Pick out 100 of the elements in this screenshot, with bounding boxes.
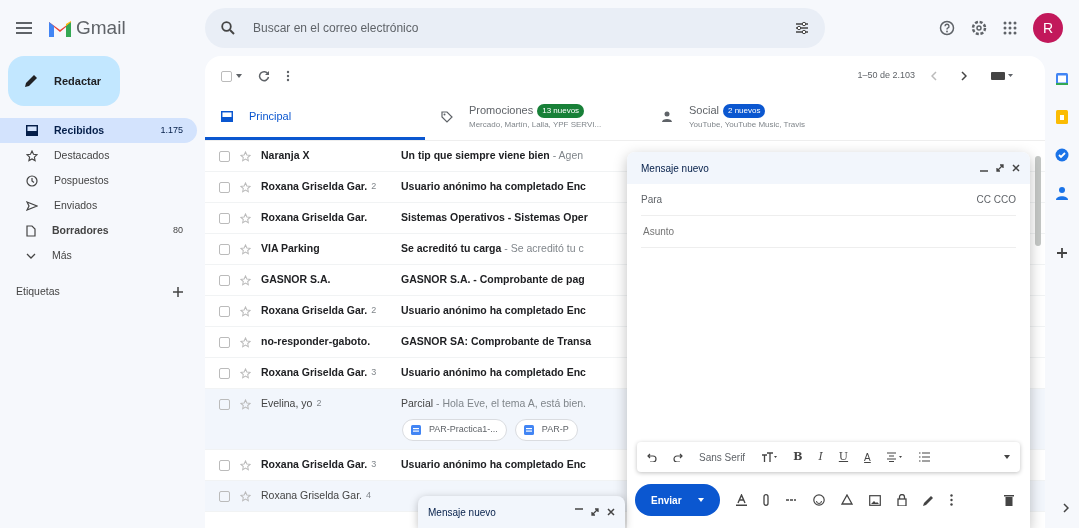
paperclip-icon[interactable] (762, 494, 769, 506)
text-size-icon[interactable] (761, 452, 778, 462)
email-subject: Usuario anónimo ha completado Enc (401, 179, 587, 195)
account-avatar[interactable]: R (1033, 13, 1063, 43)
row-checkbox[interactable] (219, 212, 230, 224)
menu-icon[interactable] (16, 22, 32, 34)
document-icon (523, 425, 534, 435)
thread-count: 2 (371, 180, 377, 194)
star-icon[interactable] (240, 181, 251, 193)
tag-icon (441, 110, 453, 123)
star-icon[interactable] (240, 459, 251, 471)
folder-item[interactable]: Borradores 80 (0, 218, 197, 243)
font-dropdown[interactable]: Sans Serif (699, 449, 746, 465)
category-tab[interactable]: Principal (205, 96, 425, 140)
fullscreen-icon[interactable] (591, 508, 599, 516)
logo-icon[interactable] (48, 19, 72, 37)
caret-icon[interactable] (236, 74, 242, 78)
folder-item[interactable]: Destacados (0, 143, 197, 168)
folder-item[interactable]: Más (0, 243, 197, 268)
row-checkbox[interactable] (219, 243, 230, 255)
redo-icon[interactable] (673, 452, 683, 462)
link-icon[interactable] (784, 497, 797, 503)
trash-icon[interactable] (1004, 494, 1014, 506)
emoji-icon[interactable] (812, 494, 825, 506)
sender-name: Roxana Griselda Gar. (261, 457, 368, 473)
folder-item[interactable]: Pospuestos (0, 168, 197, 193)
star-icon[interactable] (240, 367, 251, 379)
refresh-icon[interactable] (258, 70, 270, 82)
folder-item[interactable]: Recibidos 1.175 (0, 118, 197, 143)
row-checkbox[interactable] (219, 336, 230, 348)
star-icon[interactable] (240, 305, 251, 317)
formatting-icon[interactable] (735, 494, 747, 506)
select-all-checkbox[interactable] (221, 70, 232, 82)
sender-name: Roxana Griselda Gar. (261, 210, 368, 226)
search-icon[interactable] (221, 21, 235, 35)
attachment-chip[interactable]: PAR-Practica1-... (402, 419, 507, 441)
drive-icon[interactable] (840, 494, 853, 506)
compose-button[interactable]: Redactar (8, 56, 120, 106)
row-checkbox[interactable] (219, 274, 230, 286)
star-icon[interactable] (240, 150, 251, 162)
category-tab[interactable]: Promociones 13 nuevos Mercado, Martín, Lalla, YPF SERVI... (425, 96, 645, 140)
bold-button[interactable]: B (793, 448, 803, 466)
row-checkbox[interactable] (219, 367, 230, 379)
folder-label: Más (52, 247, 72, 263)
pen-icon[interactable] (922, 494, 934, 506)
task-icon[interactable] (1055, 148, 1069, 162)
next-icon[interactable] (961, 71, 967, 81)
italic-button[interactable]: I (818, 448, 823, 466)
new-count-badge: 2 nuevos (722, 103, 766, 118)
more-icon[interactable] (286, 70, 290, 82)
star-icon[interactable] (240, 490, 251, 502)
close-icon[interactable] (1012, 164, 1020, 172)
calendar-icon[interactable] (1055, 72, 1069, 86)
star-icon[interactable] (240, 243, 251, 255)
add-icon[interactable] (1057, 248, 1067, 258)
row-checkbox[interactable] (219, 490, 230, 502)
align-icon[interactable] (886, 452, 903, 462)
contacts-icon[interactable] (1056, 186, 1068, 200)
row-checkbox[interactable] (219, 150, 230, 162)
row-checkbox[interactable] (219, 305, 230, 317)
scrollbar[interactable] (1035, 156, 1041, 246)
sender-name: Evelina, yo (261, 396, 313, 412)
star-icon[interactable] (240, 398, 251, 410)
photo-icon[interactable] (868, 494, 881, 506)
underline-button[interactable]: U (838, 448, 849, 466)
row-checkbox[interactable] (219, 459, 230, 471)
attachment-chip[interactable]: PAR-P (514, 419, 578, 441)
folder-label: Borradores (52, 222, 109, 238)
expand-icon[interactable] (1063, 503, 1069, 513)
star-icon[interactable] (240, 274, 251, 286)
keyboard-icon[interactable] (991, 72, 1013, 80)
settings-icon[interactable] (971, 20, 987, 36)
star-icon[interactable] (240, 212, 251, 224)
folder-count: 80 (173, 223, 183, 237)
text-color-button[interactable]: A (864, 449, 871, 465)
more-options-icon[interactable] (1004, 455, 1010, 459)
lock-icon[interactable] (896, 494, 907, 506)
folder-label: Recibidos (54, 122, 105, 138)
row-checkbox[interactable] (219, 398, 230, 410)
filter-icon[interactable] (795, 21, 809, 35)
category-tab[interactable]: Social 2 nuevos YouTube, YouTube Music, Travis (645, 96, 865, 140)
close-icon[interactable] (607, 508, 615, 516)
undo-icon[interactable] (647, 452, 657, 462)
folder-item[interactable]: Enviados (0, 193, 197, 218)
star-icon[interactable] (240, 336, 251, 348)
apps-icon[interactable] (1003, 21, 1017, 35)
help-icon[interactable] (939, 20, 955, 36)
add-icon[interactable] (173, 286, 183, 297)
more-icon[interactable] (949, 494, 953, 506)
list-icon[interactable] (918, 452, 930, 462)
inbox-icon (26, 125, 38, 136)
send-button[interactable]: Enviar (635, 484, 720, 516)
tab-senders: YouTube, YouTube Music, Travis (689, 118, 806, 131)
search-field[interactable]: Buscar en el correo electrónico (251, 18, 731, 38)
search-bar[interactable]: Buscar en el correo electrónico (205, 8, 825, 48)
minimized-compose-dialog[interactable]: Mensaje nuevo (418, 496, 625, 528)
folder-label: Pospuestos (54, 172, 109, 188)
caret-icon[interactable] (697, 498, 704, 502)
row-checkbox[interactable] (219, 181, 230, 193)
fullscreen-icon[interactable] (996, 164, 1004, 172)
